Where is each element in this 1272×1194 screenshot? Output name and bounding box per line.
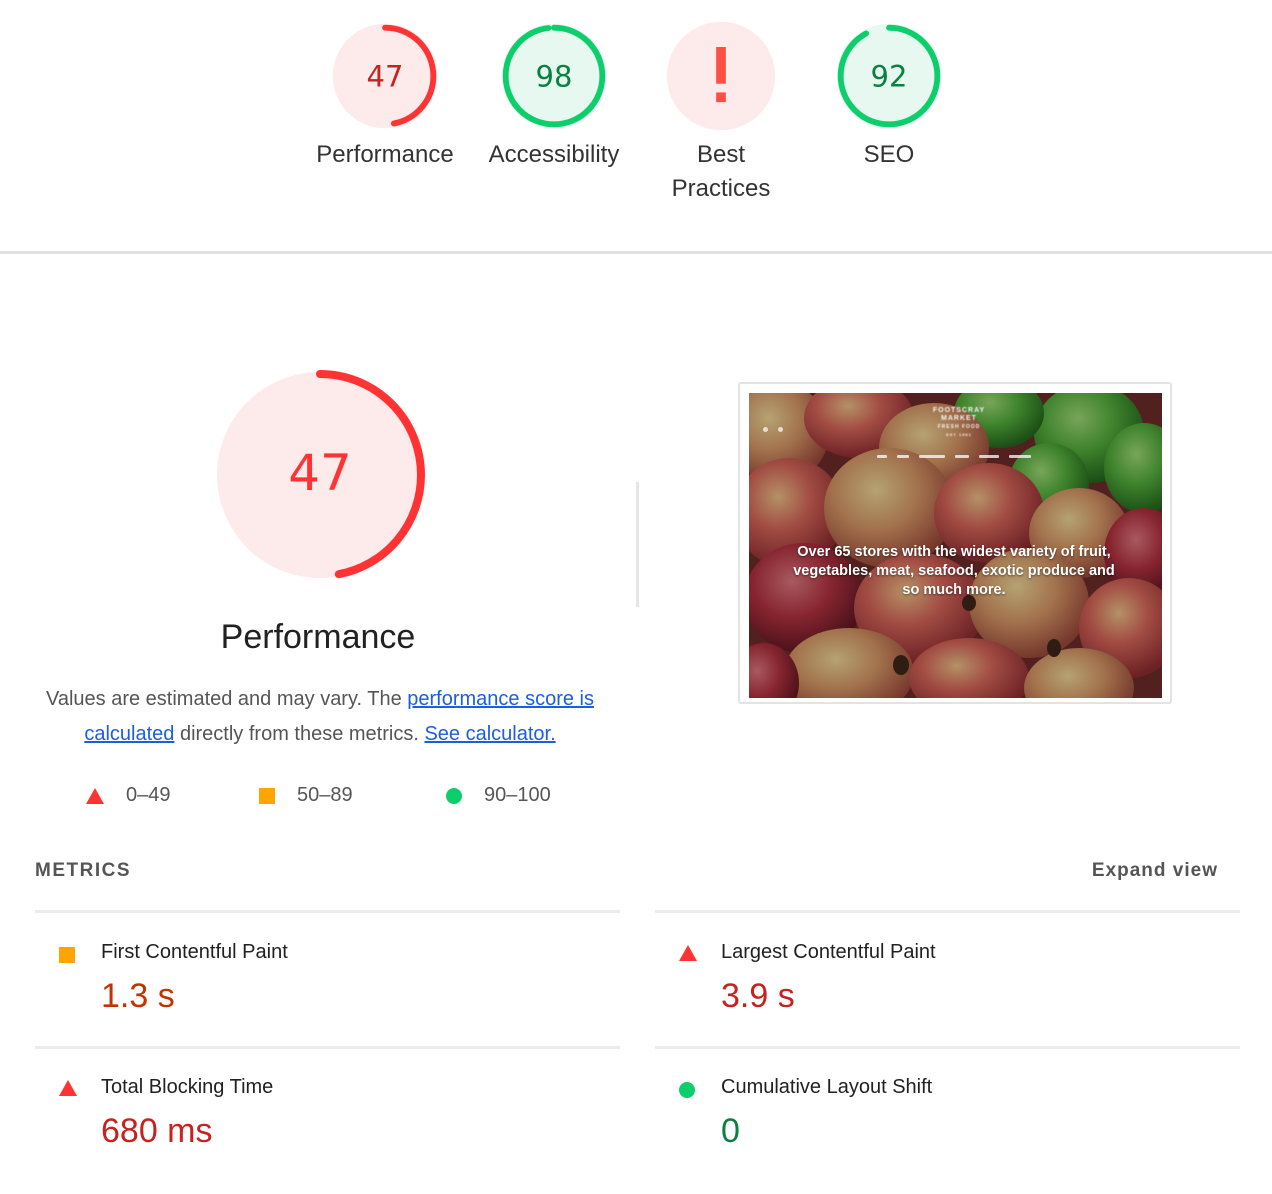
vertical-divider: [636, 482, 639, 607]
circle-icon: [679, 1082, 695, 1098]
social-icons: [763, 427, 783, 432]
triangle-icon: [59, 1080, 77, 1096]
gauge-ring: 92: [836, 23, 942, 129]
triangle-icon: [679, 945, 697, 961]
legend-pass: 90–100: [446, 784, 551, 807]
metric-divider: [35, 910, 620, 913]
metrics-header: METRICS: [35, 860, 131, 881]
gauge-score: 92: [871, 60, 908, 94]
circle-icon: [446, 787, 462, 804]
gauge-label: Accessibility: [488, 141, 620, 168]
gauge-score: 47: [367, 60, 404, 94]
site-headline: Over 65 stores with the widest variety o…: [793, 544, 1115, 598]
square-icon: [59, 947, 75, 963]
metric-divider: [655, 910, 1240, 913]
metric-cumulative-layout-shift: Cumulative Layout Shift 0: [655, 1074, 1240, 1194]
metric-value: 1.3 s: [101, 977, 175, 1015]
site-nav: [877, 455, 1031, 458]
score-legend: 0–49 50–89 90–100: [0, 784, 636, 814]
metric-largest-contentful-paint: Largest Contentful Paint 3.9 s: [655, 939, 1240, 1059]
error-icon: [716, 47, 726, 103]
square-icon: [259, 787, 275, 804]
metric-total-blocking-time: Total Blocking Time 680 ms: [35, 1074, 620, 1194]
gauge-label: Performance: [316, 141, 454, 168]
triangle-icon: [86, 787, 104, 804]
legend-average: 50–89: [259, 784, 353, 807]
metric-value: 0: [721, 1112, 740, 1150]
gauge-label: SEO: [863, 141, 915, 168]
gauge-score: 98: [536, 60, 573, 94]
legend-fail: 0–49: [86, 784, 171, 807]
screenshot-image: FOOTSCRAY MARKET FRESH FOOD EST 1981 Ove…: [749, 393, 1162, 698]
site-logo: FOOTSCRAY MARKET FRESH FOOD EST 1981: [932, 407, 986, 437]
final-screenshot[interactable]: FOOTSCRAY MARKET FRESH FOOD EST 1981 Ove…: [738, 382, 1172, 704]
gauge-seo[interactable]: 92 SEO: [804, 18, 974, 172]
gauge-ring: [666, 21, 776, 131]
gauge-performance[interactable]: 47 Performance: [300, 18, 470, 172]
see-calculator-link[interactable]: See calculator.: [424, 723, 555, 745]
metric-first-contentful-paint: First Contentful Paint 1.3 s: [35, 939, 620, 1059]
gauge-best-practices[interactable]: Best Practices: [636, 18, 806, 206]
performance-gauge: 47: [215, 370, 425, 580]
performance-description: Values are estimated and may vary. The p…: [45, 688, 595, 745]
gauge-ring: 47: [332, 23, 438, 129]
gauge-label: Best Practices: [671, 141, 771, 202]
gauge-ring: 98: [501, 23, 607, 129]
section-divider: [0, 251, 1272, 254]
metric-value: 3.9 s: [721, 977, 795, 1015]
expand-view-button[interactable]: Expand view: [1092, 860, 1218, 882]
performance-title: Performance: [220, 618, 416, 656]
metric-value: 680 ms: [101, 1112, 213, 1150]
gauge-accessibility[interactable]: 98 Accessibility: [469, 18, 639, 172]
category-gauges: 47 Performance 98 Accessibility Best Pra…: [0, 0, 1272, 252]
performance-score: 47: [288, 444, 352, 502]
